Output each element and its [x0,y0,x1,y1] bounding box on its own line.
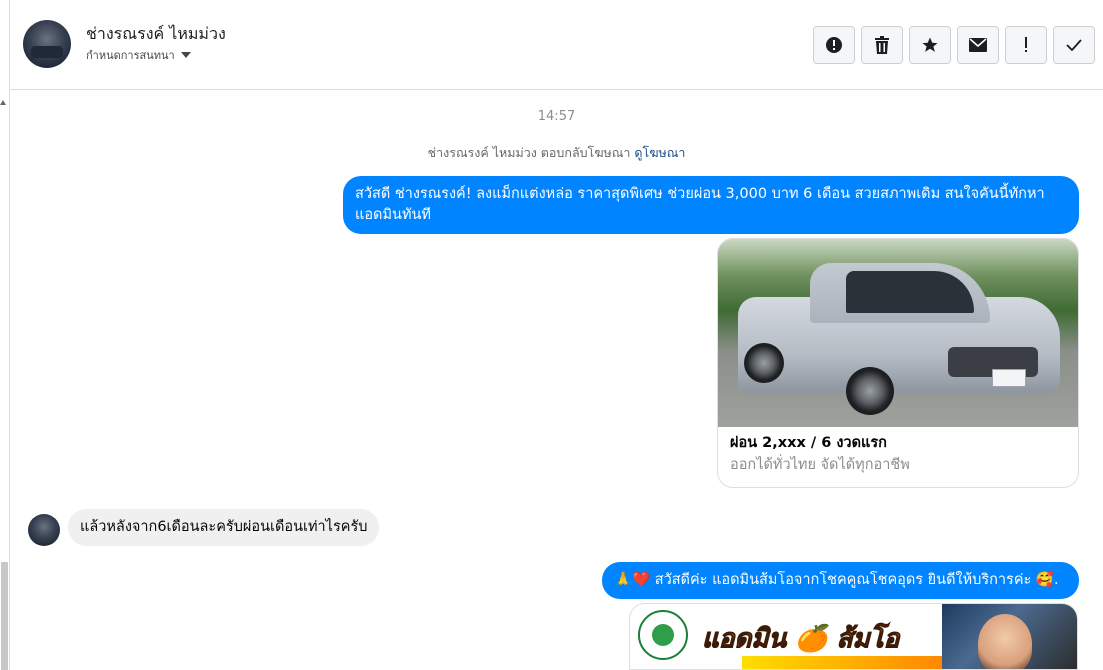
incoming-message-bubble[interactable]: แล้วหลังจาก6เดือนละครับผ่อนเดือนเท่าไรคร… [68,509,380,546]
caret-down-icon [180,52,191,58]
truck-front-wheel-shape [846,367,894,415]
contact-avatar[interactable] [23,20,71,68]
ad-card-image [718,239,1078,427]
message-thread[interactable]: 14:57 ช่างรณรงค์ ไหมม่วง ตอบกลับโฆษณา ดู… [10,91,1103,670]
exclamation-icon [1025,37,1027,52]
delete-button[interactable] [861,26,903,64]
assign-conversation-dropdown[interactable]: กำหนดการสนทนา [86,46,191,64]
admin-photo [978,614,1032,669]
conversation-header: ช่างรณรงค์ ไหมม่วง กำหนดการสนทนา [10,0,1103,90]
done-button[interactable] [1053,26,1095,64]
dealer-logo-icon [638,610,688,660]
left-rail [0,0,10,670]
truck-plate-shape [992,369,1026,387]
trash-icon [875,36,889,54]
ad-reply-context: ช่างรณรงค์ ไหมม่วง ตอบกลับโฆษณา ดูโฆษณา [10,143,1103,163]
ad-card-subtitle: ออกได้ทั่วไทย จัดได้ทุกอาชีพ [730,457,910,473]
promo-banner-title: แอดมิน 🍊 ส้มโอ [701,624,900,655]
conversation-toolbar [813,26,1095,64]
message-timestamp: 14:57 [537,109,576,124]
ad-context-text: ช่างรณรงค์ ไหมม่วง ตอบกลับโฆษณา [427,145,631,160]
outgoing-message-bubble[interactable]: สวัสดี ช่างรณรงค์! ลงแม็กแต่งหล่อ ราคาสุ… [343,176,1079,234]
ad-card[interactable]: ผ่อน 2,xxx / 6 งวดแรก ออกได้ทั่วไทย จัดไ… [717,238,1079,488]
check-icon [1066,39,1082,51]
star-button[interactable] [909,26,951,64]
alert-circle-icon [826,37,842,53]
truck-rear-wheel-shape [744,343,784,383]
alert-button[interactable] [813,26,855,64]
view-ad-link[interactable]: ดูโฆษณา [634,145,685,160]
sender-avatar[interactable] [28,514,60,546]
outgoing-message-bubble-2[interactable]: 🙏❤️ สวัสดีค่ะ แอดมินส้มโอจากโชคคูณโชคอุด… [602,562,1079,599]
mark-unread-button[interactable] [957,26,999,64]
promo-burst-shape [742,656,942,669]
scrollbar-thumb[interactable] [1,562,8,670]
star-icon [922,37,938,52]
ad-card-title: ผ่อน 2,xxx / 6 งวดแรก [730,435,887,451]
promo-image-attachment[interactable]: แอดมิน 🍊 ส้มโอ [629,603,1078,670]
spam-button[interactable] [1005,26,1047,64]
assign-label: กำหนดการสนทนา [86,49,175,62]
collapse-arrow-icon[interactable] [0,100,6,105]
truck-window-shape [846,271,974,313]
envelope-icon [969,38,987,52]
contact-name[interactable]: ช่างรณรงค์ ไหมม่วง [86,22,226,47]
